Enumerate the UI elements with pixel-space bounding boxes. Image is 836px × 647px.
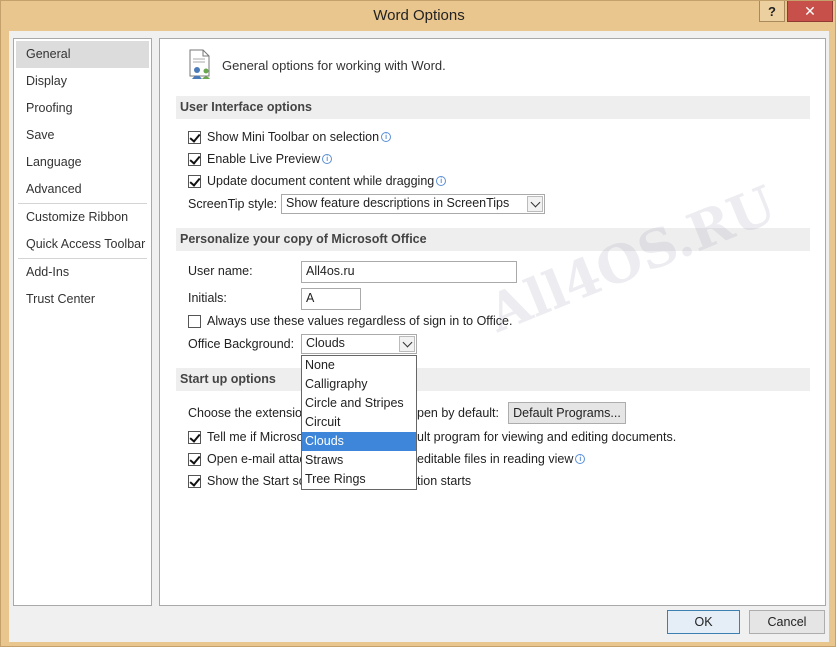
nav-item-trust-center[interactable]: Trust Center xyxy=(14,286,151,313)
dropdown-option-straws[interactable]: Straws xyxy=(302,451,416,470)
section-title-ui-options: User Interface options xyxy=(176,96,810,119)
tell-me-checkbox[interactable] xyxy=(188,430,201,444)
dropdown-option-clouds[interactable]: Clouds xyxy=(302,432,416,451)
info-icon: i xyxy=(322,154,333,164)
always-use-checkbox[interactable] xyxy=(188,314,201,328)
office-background-select[interactable]: Clouds xyxy=(301,334,417,354)
nav-item-general[interactable]: General xyxy=(16,41,149,68)
section-title-personalize: Personalize your copy of Microsoft Offic… xyxy=(176,228,810,251)
dropdown-option-tree-rings[interactable]: Tree Rings xyxy=(302,470,416,489)
live-preview-row[interactable]: Enable Live Preview i xyxy=(188,149,333,169)
tell-me-label-end: ult program for viewing and editing docu… xyxy=(417,430,677,444)
office-background-dropdown-list: None Calligraphy Circle and Stripes Circ… xyxy=(301,355,417,490)
username-label: User name: xyxy=(188,264,253,278)
initials-input[interactable]: A xyxy=(301,288,361,310)
open-email-checkbox[interactable] xyxy=(188,452,201,466)
nav-item-language[interactable]: Language xyxy=(14,149,151,176)
close-button[interactable]: ✕ xyxy=(787,1,833,22)
help-button[interactable]: ? xyxy=(759,1,785,22)
update-content-label: Update document content while dragging xyxy=(207,174,435,188)
nav-item-advanced[interactable]: Advanced xyxy=(14,176,151,203)
screentip-style-value: Show feature descriptions in ScreenTips xyxy=(286,196,510,210)
chevron-down-icon[interactable] xyxy=(399,336,415,352)
office-background-value: Clouds xyxy=(306,336,345,350)
info-icon: i xyxy=(575,454,586,464)
username-input[interactable]: All4os.ru xyxy=(301,261,517,283)
title-bar[interactable]: Word Options ? ✕ xyxy=(1,1,836,31)
nav-item-display[interactable]: Display xyxy=(14,68,151,95)
nav-item-save[interactable]: Save xyxy=(14,122,151,149)
dropdown-option-calligraphy[interactable]: Calligraphy xyxy=(302,375,416,394)
dropdown-option-none[interactable]: None xyxy=(302,356,416,375)
update-content-checkbox[interactable] xyxy=(188,174,201,188)
options-content: General options for working with Word. U… xyxy=(159,38,826,606)
choose-extension-label-start: Choose the extension xyxy=(188,406,309,420)
initials-label: Initials: xyxy=(188,291,227,305)
nav-item-customize-ribbon[interactable]: Customize Ribbon xyxy=(14,204,151,231)
show-start-checkbox[interactable] xyxy=(188,474,201,488)
open-email-row[interactable]: Open e-mail attac xyxy=(188,449,306,469)
chevron-down-icon[interactable] xyxy=(527,196,543,212)
open-email-label-end: editable files in reading view xyxy=(417,452,574,466)
page-header: General options for working with Word. xyxy=(186,49,446,81)
show-start-label-start: Show the Start scr xyxy=(207,474,310,488)
ok-button[interactable]: OK xyxy=(667,610,740,634)
show-start-label-end: tion starts xyxy=(417,474,472,488)
tell-me-label-start: Tell me if Microso xyxy=(207,430,304,444)
live-preview-checkbox[interactable] xyxy=(188,152,201,166)
open-email-label-start: Open e-mail attac xyxy=(207,452,306,466)
info-icon: i xyxy=(436,176,447,186)
mini-toolbar-checkbox[interactable] xyxy=(188,130,201,144)
mini-toolbar-row[interactable]: Show Mini Toolbar on selection i xyxy=(188,127,392,147)
update-content-row[interactable]: Update document content while dragging i xyxy=(188,171,447,191)
live-preview-label: Enable Live Preview xyxy=(207,152,321,166)
tell-me-row[interactable]: Tell me if Microso xyxy=(188,427,304,447)
screentip-label: ScreenTip style: xyxy=(188,197,278,211)
show-start-row[interactable]: Show the Start scr xyxy=(188,471,309,491)
dropdown-option-circle-and-stripes[interactable]: Circle and Stripes xyxy=(302,394,416,413)
choose-extension-label-end: pen by default: xyxy=(417,406,500,420)
section-title-startup: Start up options xyxy=(176,368,810,391)
always-use-row[interactable]: Always use these values regardless of si… xyxy=(188,311,512,331)
dropdown-option-circuit[interactable]: Circuit xyxy=(302,413,416,432)
open-email-label-end-wrap: editable files in reading view i xyxy=(417,452,586,466)
word-options-window: Word Options ? ✕ General Display Proofin… xyxy=(0,0,836,647)
cancel-button[interactable]: Cancel xyxy=(749,610,825,634)
page-title: General options for working with Word. xyxy=(222,57,446,73)
general-options-icon xyxy=(186,49,216,81)
always-use-label: Always use these values regardless of si… xyxy=(207,314,513,328)
office-background-label: Office Background: xyxy=(188,337,295,351)
options-nav: General Display Proofing Save Language A… xyxy=(13,38,152,606)
nav-item-add-ins[interactable]: Add-Ins xyxy=(14,259,151,286)
dialog-client: General Display Proofing Save Language A… xyxy=(9,31,829,642)
window-title: Word Options xyxy=(373,7,465,24)
nav-item-quick-access-toolbar[interactable]: Quick Access Toolbar xyxy=(14,231,151,258)
info-icon: i xyxy=(381,132,392,142)
nav-item-proofing[interactable]: Proofing xyxy=(14,95,151,122)
default-programs-button[interactable]: Default Programs... xyxy=(508,402,626,424)
screentip-style-select[interactable]: Show feature descriptions in ScreenTips xyxy=(281,194,545,214)
mini-toolbar-label: Show Mini Toolbar on selection xyxy=(207,130,380,144)
